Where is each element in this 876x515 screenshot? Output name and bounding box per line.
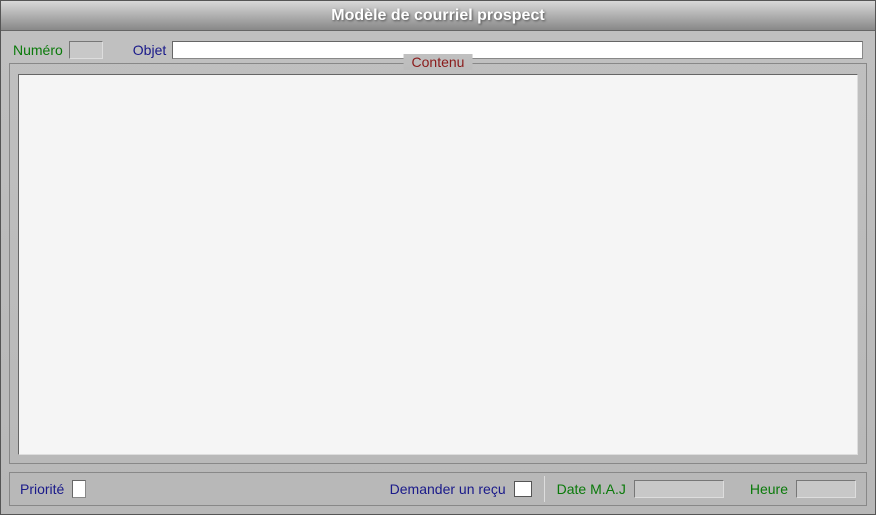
date-maj-input[interactable] — [634, 480, 724, 498]
numero-input[interactable] — [69, 41, 103, 59]
contenu-legend: Contenu — [404, 54, 473, 70]
window-titlebar: Modèle de courriel prospect — [1, 1, 875, 31]
priorite-input[interactable] — [72, 480, 86, 498]
contenu-fieldset-wrap: Contenu — [9, 63, 867, 464]
heure-label: Heure — [750, 481, 788, 497]
window-frame: Modèle de courriel prospect Numéro Objet… — [0, 0, 876, 515]
heure-input[interactable] — [796, 480, 856, 498]
window-title: Modèle de courriel prospect — [331, 7, 544, 25]
demander-recu-label: Demander un reçu — [390, 481, 506, 497]
divider — [544, 476, 545, 502]
content-area: Numéro Objet Contenu Priorité Demander u… — [1, 31, 875, 514]
bottom-bar: Priorité Demander un reçu Date M.A.J Heu… — [9, 472, 867, 506]
demander-recu-checkbox[interactable] — [514, 481, 532, 497]
contenu-textarea[interactable] — [18, 74, 858, 455]
contenu-fieldset: Contenu — [9, 63, 867, 464]
date-maj-label: Date M.A.J — [557, 481, 626, 497]
numero-label: Numéro — [13, 42, 63, 58]
objet-label: Objet — [133, 42, 166, 58]
priorite-label: Priorité — [20, 481, 64, 497]
objet-input[interactable] — [172, 41, 863, 59]
